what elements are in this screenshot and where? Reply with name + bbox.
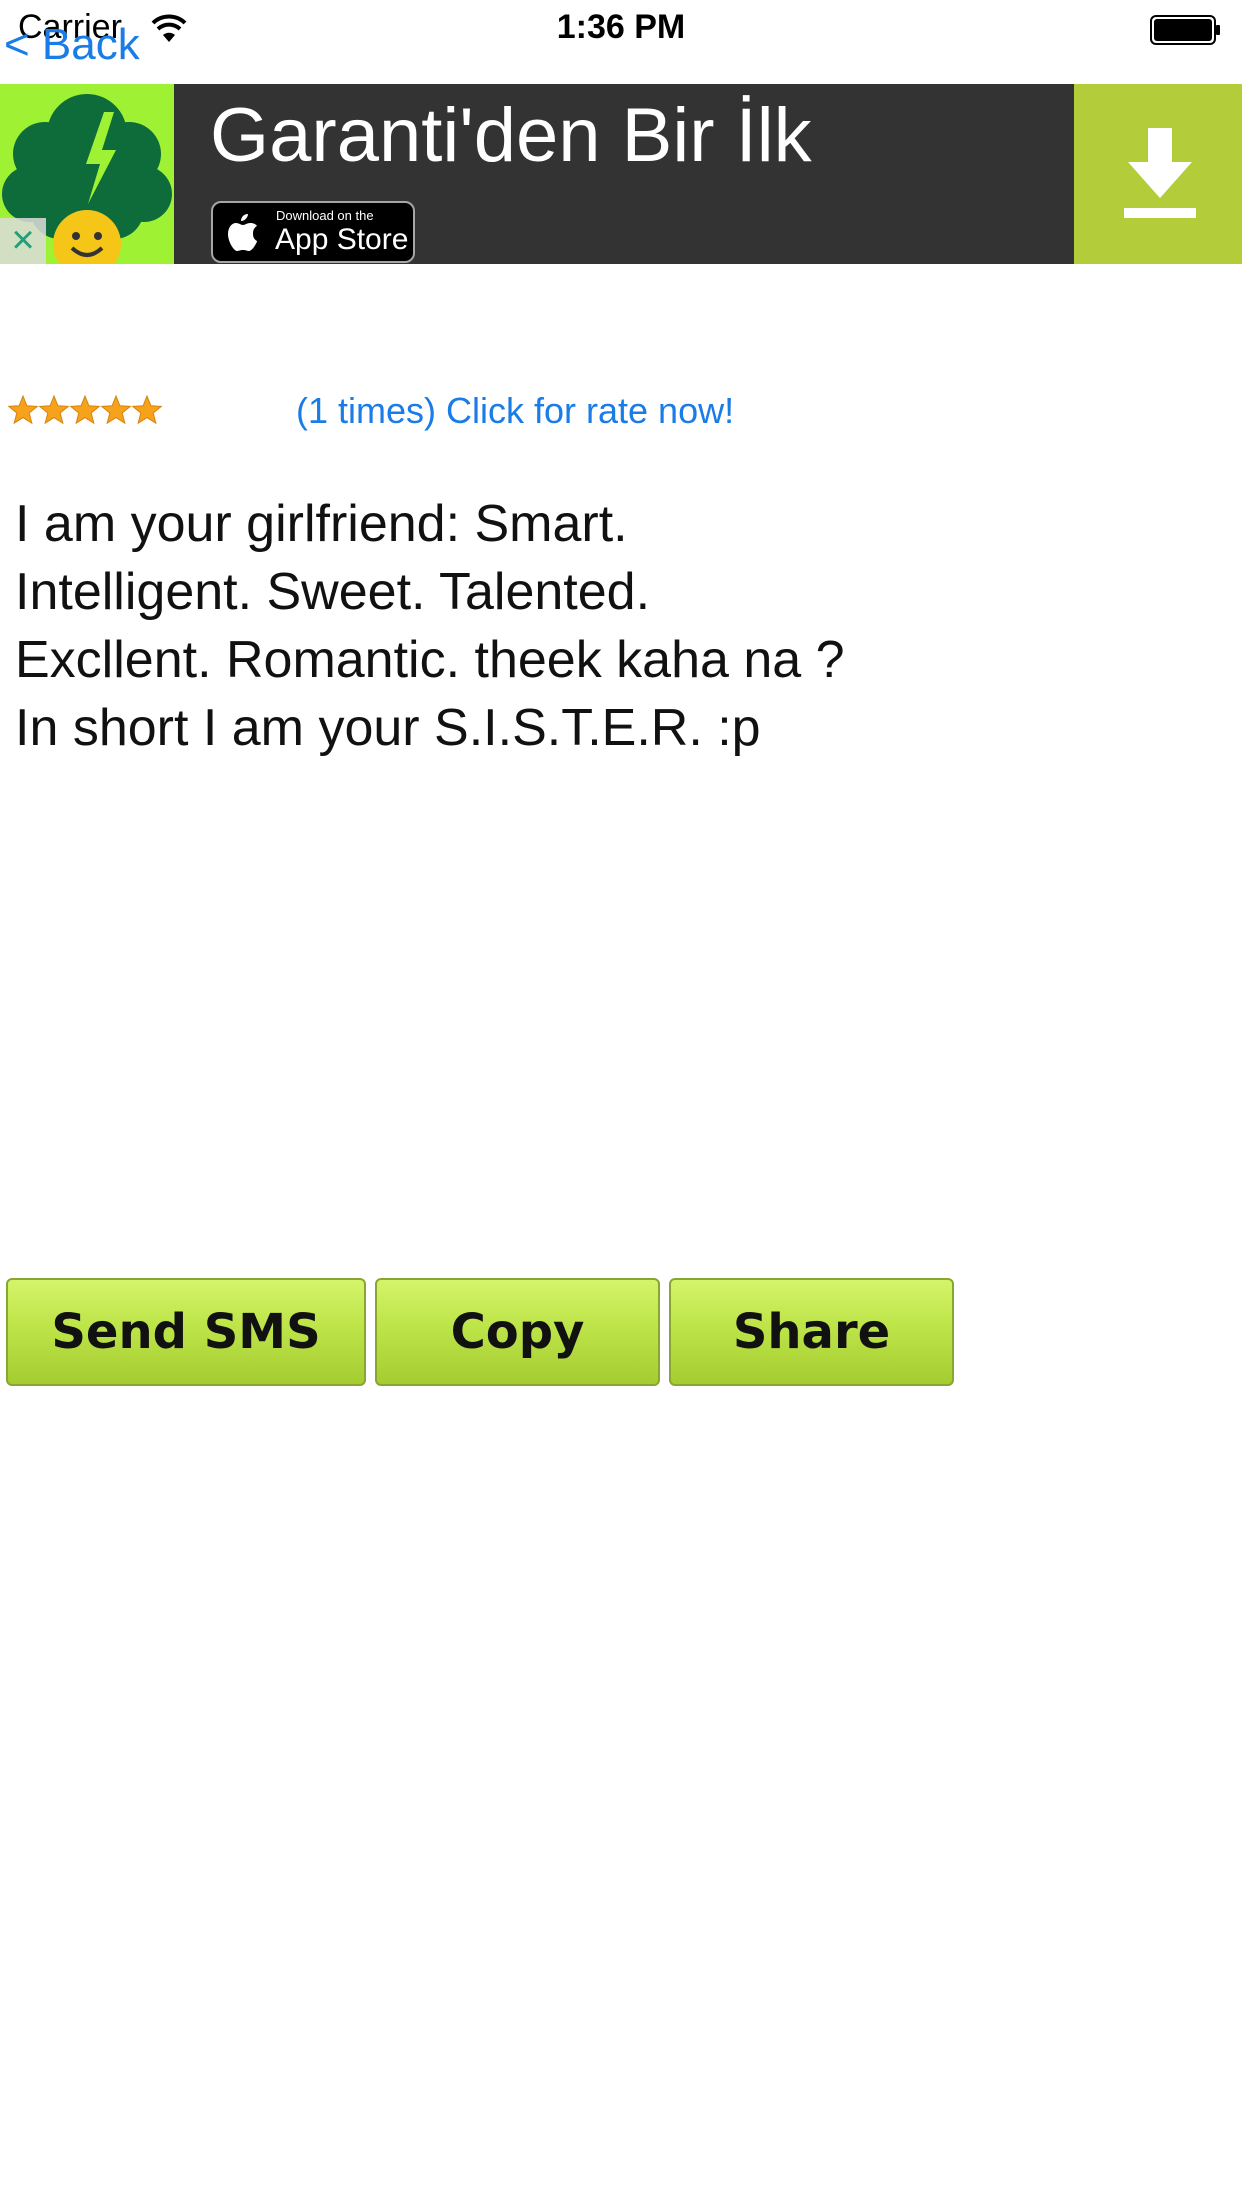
star-icon[interactable] bbox=[131, 394, 163, 425]
download-arrow-icon bbox=[1124, 128, 1196, 218]
rate-now-link[interactable]: (1 times) Click for rate now! bbox=[296, 390, 734, 432]
send-sms-button[interactable]: Send SMS bbox=[6, 1278, 366, 1386]
star-icon[interactable] bbox=[38, 394, 70, 425]
badge-big-text: App Store bbox=[275, 223, 409, 256]
ad-headline[interactable]: Garanti'den Bir İlk bbox=[210, 92, 812, 179]
star-icon[interactable] bbox=[69, 394, 101, 425]
apple-logo-icon bbox=[228, 214, 257, 251]
clock: 1:36 PM bbox=[556, 8, 686, 46]
status-bar: Carrier 1:36 PM bbox=[0, 0, 1242, 60]
back-button[interactable]: < Back bbox=[4, 20, 140, 70]
star-icon[interactable] bbox=[8, 394, 39, 425]
battery-icon bbox=[1150, 15, 1220, 45]
ad-close-button[interactable]: × bbox=[0, 218, 46, 264]
star-icon[interactable] bbox=[100, 394, 132, 425]
screen: Carrier 1:36 PM < Back × Garanti'den Bir… bbox=[0, 0, 1242, 2208]
rating-stars[interactable] bbox=[8, 394, 164, 428]
ad-download-button[interactable] bbox=[1074, 84, 1242, 264]
share-button[interactable]: Share bbox=[669, 1278, 954, 1386]
app-store-badge[interactable]: Download on the App Store bbox=[211, 201, 415, 263]
ad-banner[interactable]: × Garanti'den Bir İlk Download on the Ap… bbox=[0, 84, 1242, 264]
badge-small-text: Download on the bbox=[276, 208, 374, 223]
copy-button[interactable]: Copy bbox=[375, 1278, 660, 1386]
message-text: I am your girlfriend: Smart. Intelligent… bbox=[15, 495, 845, 757]
ad-app-icon[interactable]: × bbox=[0, 84, 174, 264]
